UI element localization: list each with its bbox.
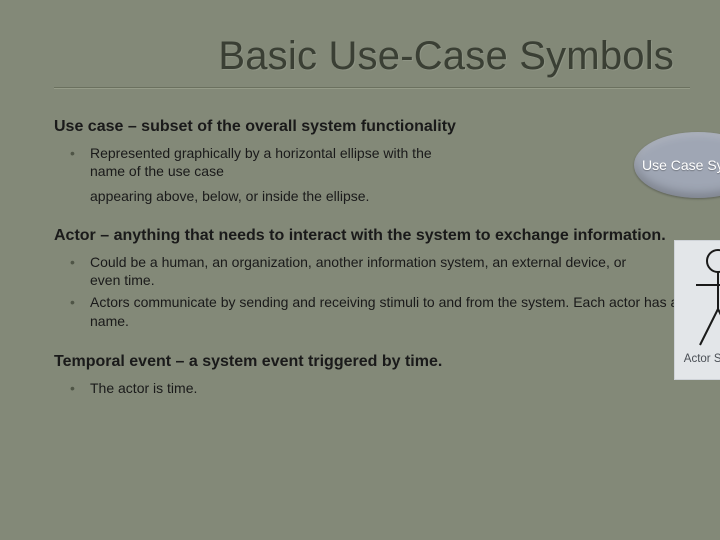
section-temporal: Temporal event – a system event triggere…: [54, 352, 680, 397]
temporal-heading: Temporal event – a system event triggere…: [54, 352, 680, 373]
list-item: Could be a human, an organization, anoth…: [78, 253, 638, 289]
slide-content: Use case – subset of the overall system …: [54, 117, 680, 397]
slide-title: Basic Use-Case Symbols: [54, 34, 680, 79]
section-actor: Actor – anything that needs to interact …: [54, 226, 680, 330]
use-case-heading: Use case – subset of the overall system …: [54, 117, 554, 138]
list-item: Represented graphically by a horizontal …: [78, 144, 458, 180]
list-item: Actors communicate by sending and receiv…: [78, 293, 680, 329]
temporal-bullets: The actor is time.: [54, 379, 680, 397]
actor-symbol-label: Actor Symbol: [684, 353, 720, 365]
use-case-bullets: Represented graphically by a horizontal …: [54, 144, 680, 180]
list-item: The actor is time.: [78, 379, 680, 397]
use-case-symbol-label: Use Case Symbol: [642, 157, 720, 173]
stick-figure-icon: [688, 247, 720, 349]
actor-heading: Actor – anything that needs to interact …: [54, 226, 674, 247]
title-underline: [54, 87, 690, 89]
use-case-after-note: appearing above, below, or inside the el…: [54, 188, 680, 204]
actor-bullets: Could be a human, an organization, anoth…: [54, 253, 680, 330]
section-use-case: Use case – subset of the overall system …: [54, 117, 680, 204]
actor-symbol-figure: Actor Symbol: [674, 240, 720, 380]
